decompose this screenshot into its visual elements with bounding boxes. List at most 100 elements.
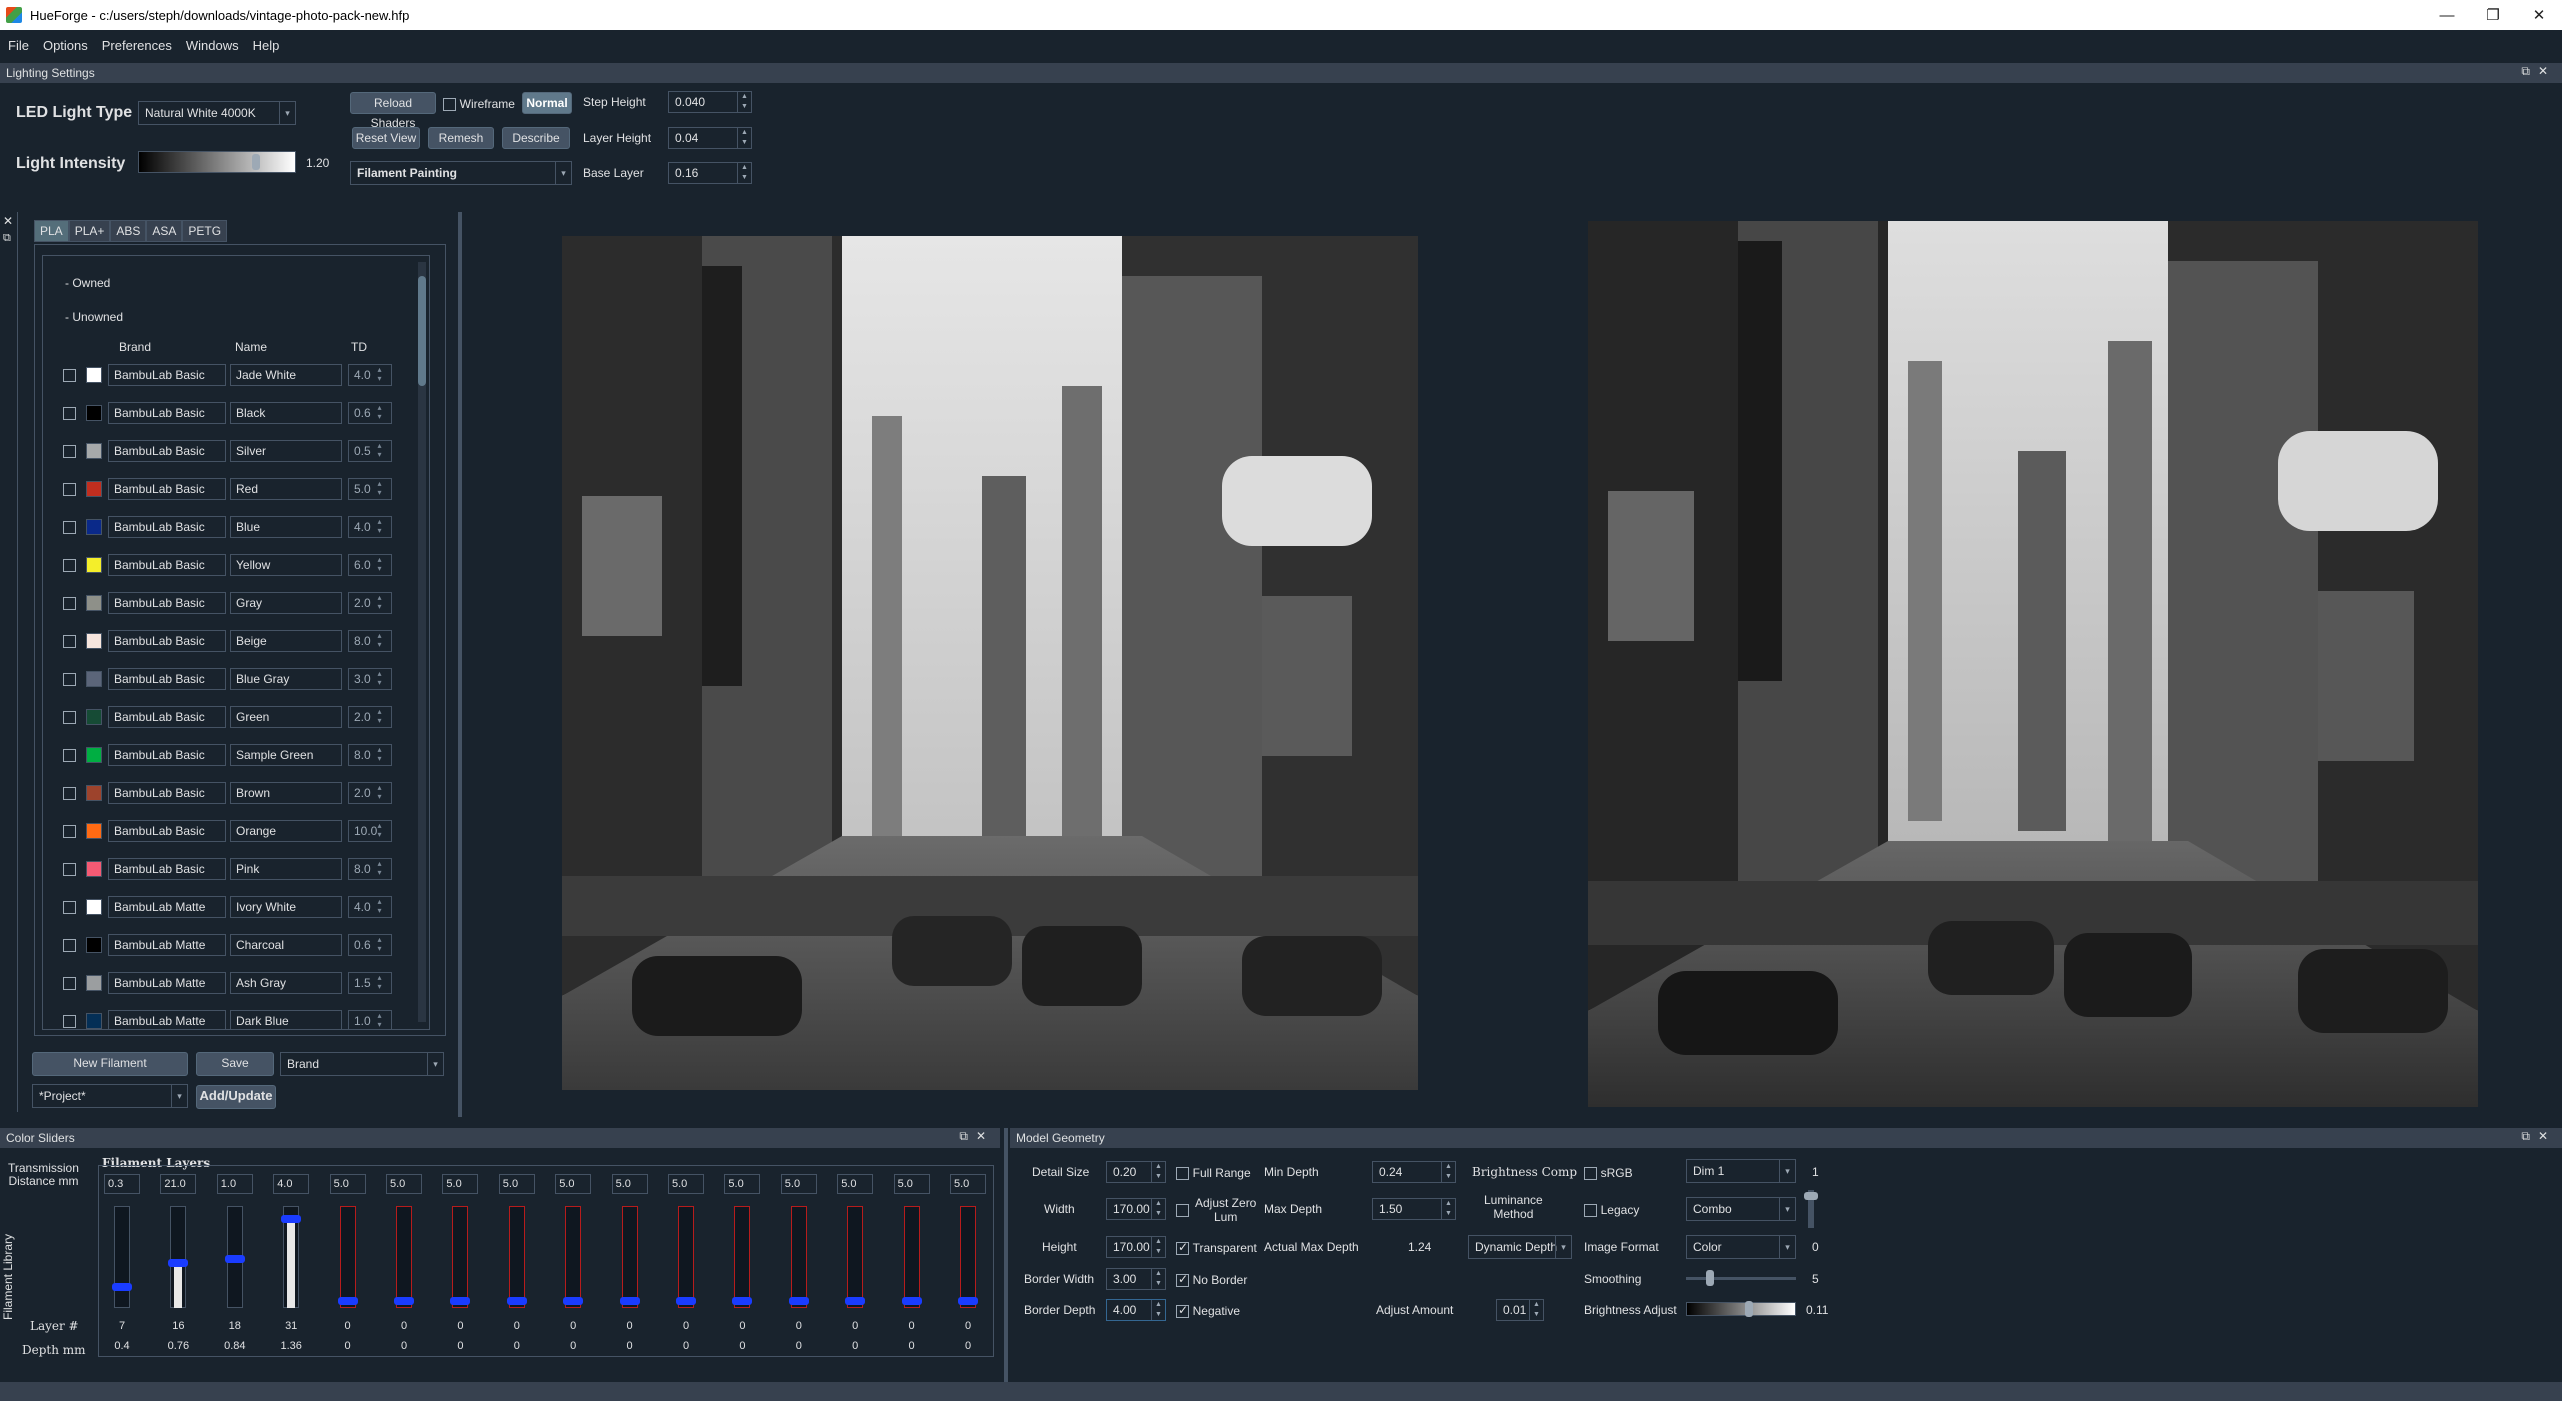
filament-owned-checkbox[interactable] <box>63 558 76 572</box>
spin-arrows-icon[interactable]: ▲ ▼ <box>1151 1237 1165 1257</box>
layer-slider-track[interactable] <box>114 1206 130 1308</box>
filament-td-field[interactable]: 8.0 <box>348 744 392 766</box>
filament-owned-checkbox[interactable] <box>63 672 76 686</box>
spin-arrows-icon[interactable]: ▲ ▼ <box>737 92 751 112</box>
srgb-checkbox[interactable] <box>1584 1167 1597 1181</box>
filament-row[interactable]: BambuLab Basic Blue 4.0 <box>63 516 392 538</box>
layer-slider-handle[interactable] <box>676 1297 696 1306</box>
filament-name-field[interactable]: Silver <box>230 440 342 462</box>
filament-owned-checkbox[interactable] <box>63 482 76 496</box>
layer-slider-track[interactable] <box>903 1206 920 1308</box>
filament-td-field[interactable]: 5.0 <box>348 478 392 500</box>
menu-help[interactable]: Help <box>253 38 280 53</box>
tab-abs[interactable]: ABS <box>110 220 147 242</box>
panel-float-close-icons[interactable]: ⧉✕ <box>2521 1129 2556 1144</box>
layer-slider-handle[interactable] <box>845 1297 866 1306</box>
tab-pla[interactable]: PLA <box>34 220 69 242</box>
layer-slider-handle[interactable] <box>563 1297 584 1306</box>
light-intensity-slider[interactable] <box>138 151 296 173</box>
filament-td-field[interactable]: 8.0 <box>348 630 392 652</box>
filament-brand-field[interactable]: BambuLab Basic <box>108 782 226 804</box>
project-select[interactable]: *Project* ▾ <box>32 1084 188 1108</box>
filament-color-swatch[interactable] <box>86 861 102 877</box>
filament-color-swatch[interactable] <box>86 899 102 915</box>
layer-slider-track[interactable] <box>678 1206 694 1308</box>
filament-brand-field[interactable]: BambuLab Matte <box>108 1010 226 1029</box>
filament-row[interactable]: BambuLab Basic Black 0.6 <box>63 402 392 424</box>
menu-preferences[interactable]: Preferences <box>102 38 172 53</box>
filament-name-field[interactable]: Brown <box>230 782 342 804</box>
filament-row[interactable]: BambuLab Basic Gray 2.0 <box>63 592 392 614</box>
base-layer-input[interactable]: 0.16 ▲ ▼ <box>668 162 752 184</box>
smoothing-handle[interactable] <box>1706 1270 1714 1286</box>
filament-td-field[interactable]: 1.0 <box>348 1010 392 1029</box>
border-width-input[interactable]: 3.00 ▲ ▼ <box>1106 1268 1166 1290</box>
mode-select[interactable]: Filament Painting ▾ <box>350 161 572 185</box>
filament-color-swatch[interactable] <box>86 595 102 611</box>
original-image-view[interactable] <box>562 236 1418 1090</box>
filament-owned-checkbox[interactable] <box>63 520 76 534</box>
tab-petg[interactable]: PETG <box>182 220 228 242</box>
layer-slider-track[interactable] <box>847 1206 864 1308</box>
layer-slider-track[interactable] <box>960 1206 976 1308</box>
filament-name-field[interactable]: Sample Green <box>230 744 342 766</box>
filament-owned-checkbox[interactable] <box>63 406 76 420</box>
no-border-checkbox[interactable] <box>1176 1272 1189 1288</box>
normal-button[interactable]: Normal <box>522 92 572 114</box>
layer-slider-handle[interactable] <box>281 1215 302 1224</box>
filament-name-field[interactable]: Red <box>230 478 342 500</box>
legacy-toggle[interactable]: Legacy <box>1584 1202 1639 1218</box>
layer-slider-handle[interactable] <box>168 1258 189 1267</box>
layer-td-input[interactable]: 5.0 <box>329 1174 366 1194</box>
filament-td-field[interactable]: 10.0 <box>348 820 392 842</box>
spin-arrows-icon[interactable]: ▲ ▼ <box>1151 1269 1165 1289</box>
light-intensity-handle[interactable] <box>251 154 260 170</box>
filament-row[interactable]: BambuLab Matte Ash Gray 1.5 <box>63 972 392 994</box>
filament-color-swatch[interactable] <box>86 557 102 573</box>
layer-slider-handle[interactable] <box>224 1254 245 1263</box>
layer-slider-handle[interactable] <box>732 1297 753 1306</box>
image-format-select[interactable]: Color ▾ <box>1686 1235 1796 1259</box>
filament-owned-checkbox[interactable] <box>63 862 76 876</box>
max-depth-input[interactable]: 1.50 ▲ ▼ <box>1372 1198 1456 1220</box>
transparent-toggle[interactable]: Transparent <box>1176 1240 1257 1256</box>
filament-row[interactable]: BambuLab Basic Silver 0.5 <box>63 440 392 462</box>
filament-name-field[interactable]: Yellow <box>230 554 342 576</box>
layer-slider-handle[interactable] <box>394 1297 414 1306</box>
filament-row[interactable]: BambuLab Basic Green 2.0 <box>63 706 392 728</box>
filament-brand-field[interactable]: BambuLab Basic <box>108 706 226 728</box>
panel-float-close-icons[interactable]: ⧉✕ <box>959 1129 994 1144</box>
dim-vertical-handle[interactable] <box>1804 1192 1818 1200</box>
adjust-zero-lum-checkbox[interactable] <box>1176 1203 1189 1217</box>
library-scroll-thumb[interactable] <box>418 276 426 386</box>
layer-td-input[interactable]: 5.0 <box>498 1174 535 1194</box>
filament-owned-checkbox[interactable] <box>63 368 76 382</box>
layer-td-input[interactable]: 5.0 <box>724 1174 761 1194</box>
filament-name-field[interactable]: Blue <box>230 516 342 538</box>
filament-row[interactable]: BambuLab Basic Brown 2.0 <box>63 782 392 804</box>
brightness-adjust-slider[interactable] <box>1686 1301 1796 1317</box>
filament-owned-checkbox[interactable] <box>63 900 76 914</box>
legacy-checkbox[interactable] <box>1584 1204 1597 1218</box>
filament-name-field[interactable]: Jade White <box>230 364 342 386</box>
filament-brand-field[interactable]: BambuLab Basic <box>108 668 226 690</box>
layer-slider-handle[interactable] <box>337 1297 358 1306</box>
filament-brand-field[interactable]: BambuLab Basic <box>108 516 226 538</box>
layer-slider-track[interactable] <box>339 1206 356 1308</box>
spin-arrows-icon[interactable]: ▲ ▼ <box>737 163 751 183</box>
spin-arrows-icon[interactable]: ▲ ▼ <box>1441 1162 1455 1182</box>
filament-color-swatch[interactable] <box>86 709 102 725</box>
reload-shaders-button[interactable]: Reload Shaders <box>350 92 436 130</box>
spin-arrows-icon[interactable]: ▲ ▼ <box>1441 1199 1455 1219</box>
layer-td-input[interactable]: 5.0 <box>780 1174 817 1194</box>
library-scrollbar[interactable] <box>418 262 426 1022</box>
layer-slider-track[interactable] <box>396 1206 412 1308</box>
filament-td-field[interactable]: 4.0 <box>348 364 392 386</box>
filament-name-field[interactable]: Blue Gray <box>230 668 342 690</box>
describe-button[interactable]: Describe <box>502 127 570 149</box>
filament-brand-field[interactable]: BambuLab Matte <box>108 934 226 956</box>
step-height-input[interactable]: 0.040 ▲ ▼ <box>668 91 752 113</box>
filament-row[interactable]: BambuLab Matte Dark Blue 1.0 <box>63 1010 392 1029</box>
filament-owned-checkbox[interactable] <box>63 710 76 724</box>
filament-color-swatch[interactable] <box>86 405 102 421</box>
